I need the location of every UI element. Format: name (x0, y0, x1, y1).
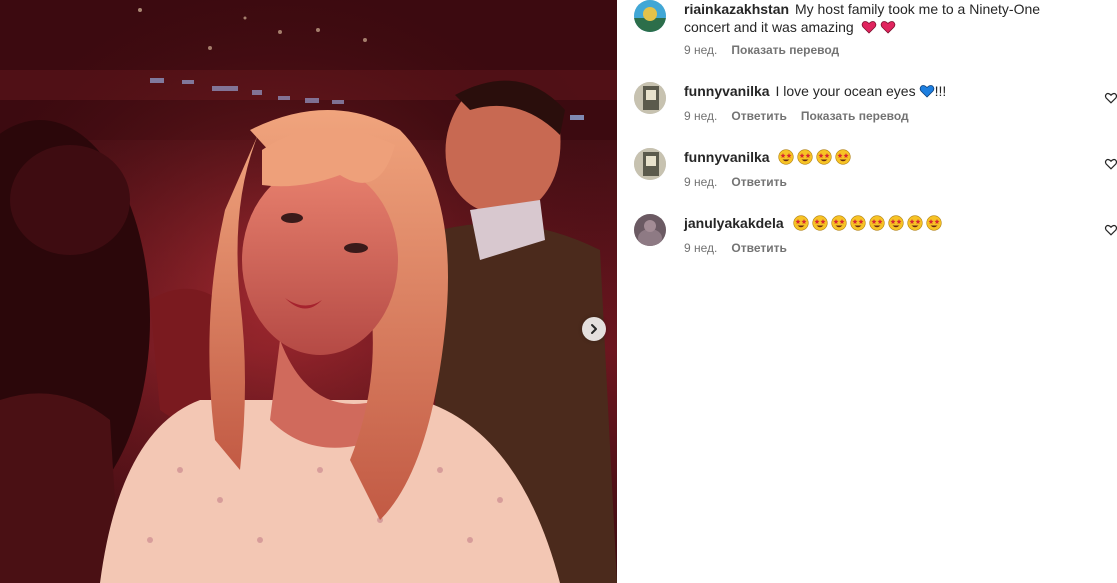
heart-outline-icon (1104, 158, 1117, 170)
reply-button[interactable]: Ответить (731, 241, 786, 255)
heart-outline-icon (1104, 224, 1117, 236)
star-struck-icon (816, 149, 833, 165)
comment-meta: 9 нед. Ответить (684, 241, 1089, 255)
comment-age[interactable]: 9 нед. (684, 43, 717, 57)
show-translation-button[interactable]: Показать перевод (801, 109, 909, 123)
star-struck-icon (830, 215, 847, 231)
comment-meta: 9 нед. Ответить Показать перевод (684, 109, 1089, 123)
comment-username[interactable]: funnyvanilka (684, 83, 770, 99)
post-photo[interactable] (0, 0, 617, 583)
star-struck-icon (797, 149, 814, 165)
next-photo-button[interactable] (582, 317, 606, 341)
avatar[interactable] (634, 148, 666, 180)
comment-text-suffix: !!! (934, 83, 947, 99)
star-struck-icon (925, 215, 942, 231)
star-struck-icon (811, 215, 828, 231)
show-translation-button[interactable]: Показать перевод (731, 43, 839, 57)
red-heart-icon (880, 19, 896, 35)
comment-age[interactable]: 9 нед. (684, 241, 717, 255)
comment-body: funnyvanilka 9 нед. Ответить (684, 148, 1089, 189)
star-struck-icon (849, 215, 866, 231)
avatar[interactable] (634, 0, 666, 32)
star-struck-icon (906, 215, 923, 231)
avatar[interactable] (634, 82, 666, 114)
red-heart-icon (861, 19, 877, 35)
avatar-image (634, 0, 666, 32)
comment-age[interactable]: 9 нед. (684, 109, 717, 123)
star-struck-icon (868, 215, 885, 231)
star-struck-icon (778, 149, 795, 165)
comment-username[interactable]: funnyvanilka (684, 149, 770, 165)
comment-body: funnyvanilka I love your ocean eyes!!! 9… (684, 82, 1089, 123)
avatar-image (634, 214, 666, 246)
comment-meta: 9 нед. Показать перевод (684, 43, 1089, 57)
chevron-right-icon (591, 324, 597, 334)
like-comment-button[interactable] (1104, 91, 1117, 105)
heart-outline-icon (1104, 92, 1117, 104)
like-comment-button[interactable] (1104, 223, 1117, 237)
post-container: riainkazakhstan My host family took me t… (0, 0, 1117, 583)
comments-panel: riainkazakhstan My host family took me t… (617, 0, 1117, 583)
avatar-image (634, 82, 666, 114)
comment-meta: 9 нед. Ответить (684, 175, 1089, 189)
blue-heart-icon (919, 83, 935, 99)
like-comment-button[interactable] (1104, 157, 1117, 171)
star-struck-icon (887, 215, 904, 231)
star-struck-icon (792, 215, 809, 231)
comment-age[interactable]: 9 нед. (684, 175, 717, 189)
comment-body: riainkazakhstan My host family took me t… (684, 0, 1089, 57)
concert-photo (0, 0, 617, 583)
comment-body: janulyakakdela 9 нед. Ответить (684, 214, 1089, 255)
comment-text: I love your ocean eyes (775, 83, 916, 99)
comment-username[interactable]: janulyakakdela (684, 215, 784, 231)
reply-button[interactable]: Ответить (731, 175, 786, 189)
reply-button[interactable]: Ответить (731, 109, 786, 123)
comment-username[interactable]: riainkazakhstan (684, 1, 789, 17)
star-struck-icon (835, 149, 852, 165)
avatar[interactable] (634, 214, 666, 246)
avatar-image (634, 148, 666, 180)
